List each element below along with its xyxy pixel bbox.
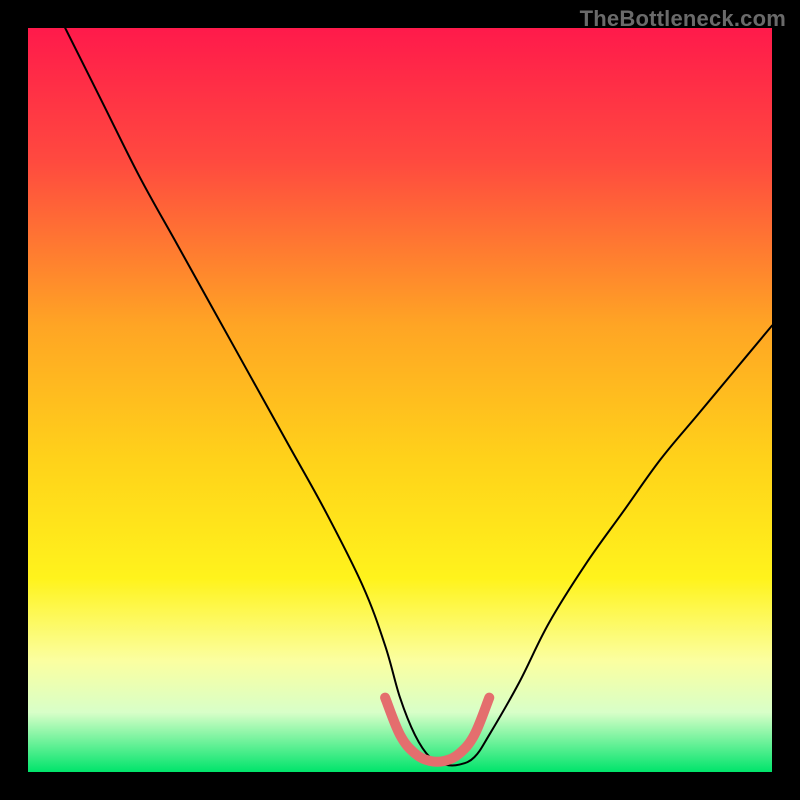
chart-plot-area <box>28 28 772 772</box>
chart-frame: TheBottleneck.com <box>0 0 800 800</box>
chart-background <box>28 28 772 772</box>
chart-svg <box>28 28 772 772</box>
watermark-text: TheBottleneck.com <box>580 6 786 32</box>
